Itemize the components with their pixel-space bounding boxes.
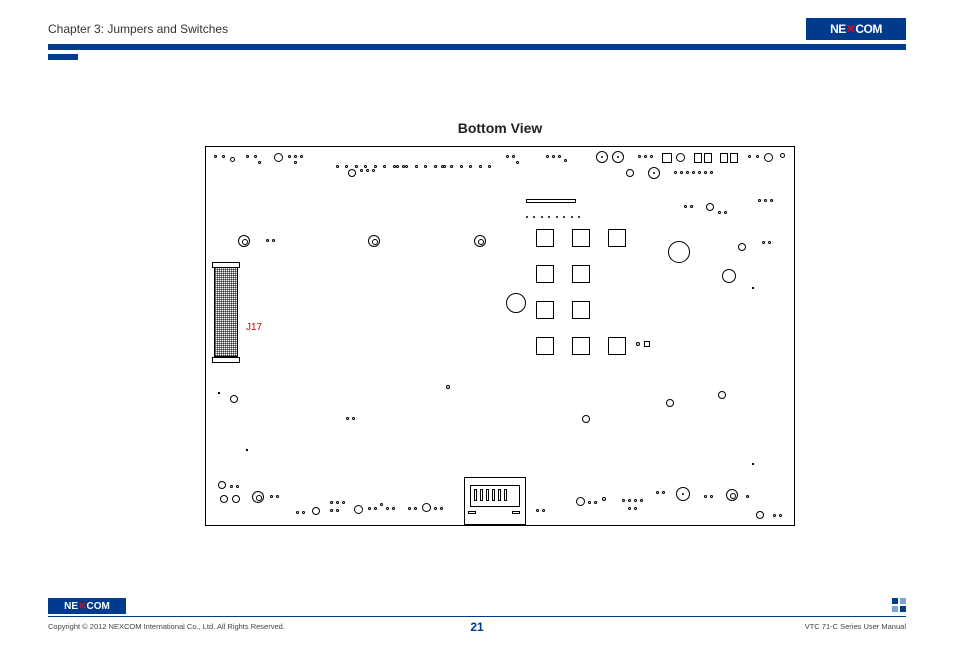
page-number: 21 bbox=[470, 620, 483, 634]
logo-nexcom-top: NE✕COM bbox=[806, 18, 906, 40]
header-rule-accent bbox=[48, 54, 78, 60]
label-j17: J17 bbox=[246, 322, 262, 333]
manual-name: VTC 71-C Series User Manual bbox=[805, 622, 906, 631]
chapter-title: Chapter 3: Jumpers and Switches bbox=[48, 22, 228, 36]
footer-rule bbox=[48, 616, 906, 617]
logo-nexcom-bottom: NE✕COM bbox=[48, 598, 126, 614]
diagram-title: Bottom View bbox=[205, 120, 795, 136]
copyright-text: Copyright © 2012 NEXCOM International Co… bbox=[48, 622, 285, 631]
pcb-diagram: J17 bbox=[205, 146, 795, 526]
page-footer: NE✕COM Copyright © 2012 NEXCOM Internati… bbox=[48, 616, 906, 650]
header-rule bbox=[48, 44, 906, 50]
footer-mark-icon bbox=[892, 598, 906, 612]
content-area: Bottom View bbox=[205, 120, 795, 526]
page-header: Chapter 3: Jumpers and Switches NE✕COM bbox=[48, 22, 906, 52]
